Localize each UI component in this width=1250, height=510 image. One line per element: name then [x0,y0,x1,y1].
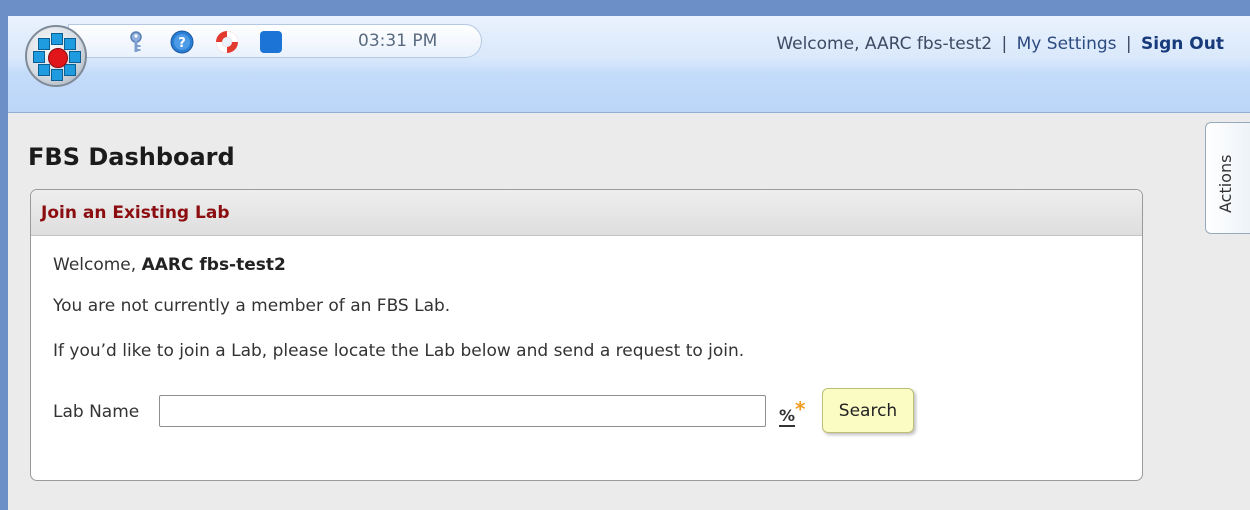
sign-out-link[interactable]: Sign Out [1141,34,1224,54]
header-bar: ? 03:31 PM Welcome, AARC fbs-test2 | My … [8,16,1250,113]
actions-side-tab[interactable]: Actions [1205,122,1250,234]
clock: 03:31 PM [358,31,438,51]
welcome-label: Welcome, [53,255,142,275]
my-settings-link[interactable]: My Settings [1017,34,1117,54]
actions-tab-label: Actions [1216,154,1235,213]
welcome-text: Welcome, AARC fbs-test2 [776,34,993,54]
welcome-username: AARC fbs-test2 [141,255,286,275]
wildcard-icon[interactable]: %* [779,397,806,427]
page-title: FBS Dashboard [28,143,235,171]
join-lab-panel: Join an Existing Lab Welcome, AARC fbs-t… [30,189,1143,481]
help-icon[interactable]: ? [170,30,194,54]
separator: | [1001,34,1008,54]
user-bar: Welcome, AARC fbs-test2 | My Settings | … [776,34,1224,54]
lab-name-input[interactable] [159,395,766,427]
separator: | [1125,34,1132,54]
toolbar: ? 03:31 PM [68,24,482,58]
lifebuoy-icon[interactable] [215,30,239,54]
membership-status: You are not currently a member of an FBS… [53,296,451,316]
welcome-line: Welcome, AARC fbs-test2 [53,255,286,275]
svg-text:?: ? [178,36,186,51]
app-logo-icon[interactable] [25,25,87,87]
lab-name-label: Lab Name [53,402,140,422]
blue-square-icon[interactable] [259,30,283,54]
key-icon[interactable] [124,30,148,54]
search-button[interactable]: Search [822,388,914,433]
app-window: ? 03:31 PM Welcome, AARC fbs-test2 | My … [8,16,1250,510]
join-instructions: If you’d like to join a Lab, please loca… [53,341,745,361]
panel-heading: Join an Existing Lab [31,190,1142,236]
